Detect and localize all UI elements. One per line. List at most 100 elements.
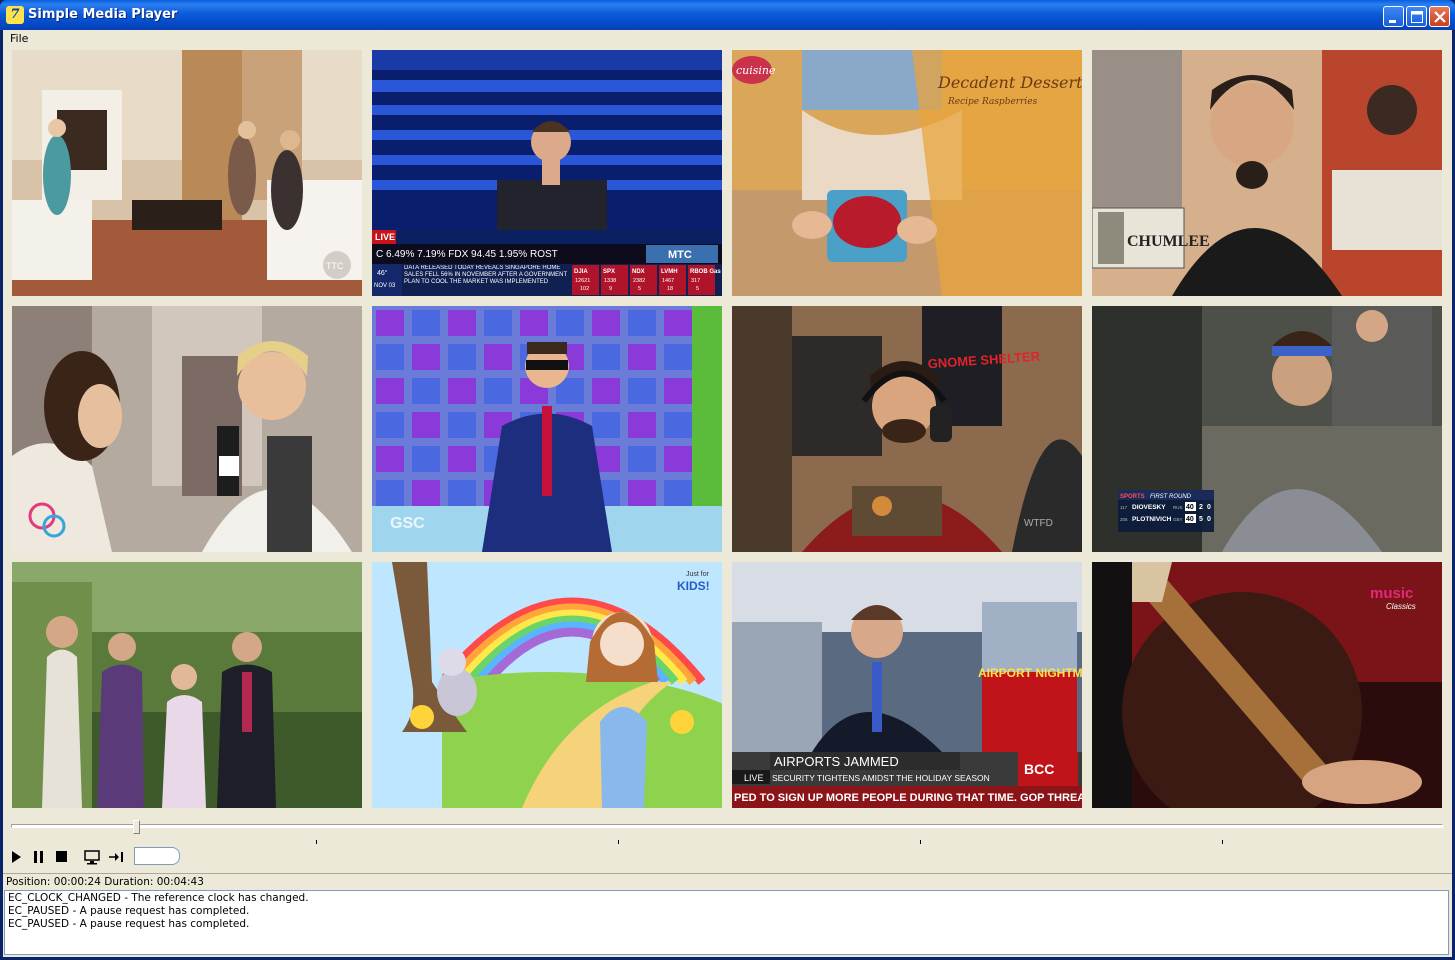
player-points: 40 (1186, 504, 1194, 511)
event-log[interactable]: EC_CLOCK_CHANGED - The reference clock h… (4, 890, 1449, 955)
seek-tick (316, 840, 317, 844)
player-name: DIOVESKY (1132, 504, 1166, 511)
set-tile (448, 412, 476, 438)
video-game-show[interactable]: GSC (372, 306, 722, 552)
set-tile (592, 310, 620, 336)
set-tile (448, 344, 476, 370)
story-headline: AIRPORTS JAMMED (774, 754, 899, 769)
channel-logo: KIDS! (677, 579, 710, 593)
menu-file[interactable]: File (7, 32, 31, 45)
set-tile (376, 310, 404, 336)
main-window: 7 Simple Media Player File TTC LIVE C 6.… (0, 0, 1455, 960)
video-frame: music Classics (1092, 562, 1442, 808)
set-tile (664, 446, 692, 472)
set-tile (412, 412, 440, 438)
fullscreen-button[interactable] (82, 847, 102, 867)
stock-symbol: NDX (632, 269, 645, 275)
set-tile (448, 378, 476, 404)
live-badge: LIVE (375, 232, 395, 242)
stock-value: 317 (691, 278, 700, 284)
video-cooking[interactable]: cuisine Decadent Dessert Recipe Raspberr… (732, 50, 1082, 296)
video-tennis[interactable]: SPORTS FIRST ROUND 117 DIOVESKY RUS 40 2 0 205… (1092, 306, 1442, 552)
volume-slider[interactable] (134, 847, 180, 865)
log-line: EC_CLOCK_CHANGED - The reference clock h… (8, 892, 309, 904)
video-cartoon[interactable]: Just for KIDS! (372, 562, 722, 808)
story-graphic: AIRPORT NIGHTMARE (978, 666, 1082, 680)
stop-button[interactable] (52, 847, 72, 867)
log-line: EC_PAUSED - A pause request has complete… (8, 918, 250, 930)
title-bar[interactable]: 7 Simple Media Player (0, 0, 1455, 30)
maximize-button[interactable] (1406, 6, 1427, 27)
close-button[interactable] (1429, 6, 1450, 27)
stock-ticker: C 6.49% 7.19% FDX 94.45 1.95% ROST (376, 249, 558, 260)
pause-icon (34, 851, 43, 863)
set-tile (448, 310, 476, 336)
video-news-anchor[interactable]: LIVE C 6.49% 7.19% FDX 94.45 1.95% ROST … (372, 50, 722, 296)
channel-logo-top: Just for (686, 571, 710, 578)
set-tile (628, 412, 656, 438)
stock-change: 5 (696, 286, 699, 292)
set-tile (376, 344, 404, 370)
set-tile (664, 378, 692, 404)
set-tile (484, 378, 512, 404)
log-line: EC_PAUSED - A pause request has complete… (8, 905, 250, 917)
play-button[interactable] (6, 847, 26, 867)
fullscreen-icon (84, 850, 100, 865)
channel-logo: TTC (326, 261, 344, 271)
set-tile (412, 446, 440, 472)
seek-track[interactable] (11, 824, 1443, 828)
set-tile (664, 412, 692, 438)
channel-logo: music (1370, 585, 1413, 602)
channel-logo: BCC (1024, 761, 1054, 777)
video-living-room[interactable]: TTC (12, 50, 362, 296)
set-tile (628, 446, 656, 472)
set-tile (628, 310, 656, 336)
set-tile (412, 378, 440, 404)
minimize-button[interactable] (1383, 6, 1404, 27)
video-frame (12, 306, 362, 552)
set-tile (484, 310, 512, 336)
video-frame: cuisine Decadent Dessert Recipe Raspberr… (732, 50, 1082, 296)
video-frame: AIRPORT NIGHTMARE AIRPORTS JAMMED LIVE S… (732, 562, 1082, 808)
status-position-duration: Position: 00:00:24 Duration: 00:04:43 (6, 876, 204, 888)
stock-symbol: RBOB Gas (690, 269, 721, 275)
pause-button[interactable] (29, 847, 49, 867)
news-headline: DATA RELEASED TODAY REVEALS SINGAPORE HO… (404, 265, 568, 285)
stock-boxes: DJIA 12621 102 SPX 1338 9 NDX 2382 5 LVMH 1467 18 RB… (572, 265, 721, 295)
seek-thumb[interactable] (133, 820, 140, 834)
weather-date: NOV 03 (374, 283, 396, 289)
video-bcc-news[interactable]: AIRPORT NIGHTMARE AIRPORTS JAMMED LIVE S… (732, 562, 1082, 808)
video-garden-group[interactable] (12, 562, 362, 808)
stock-value: 2382 (633, 278, 645, 284)
set-tile (628, 480, 656, 506)
player-seed: 117 (1120, 505, 1128, 510)
stock-change: 5 (638, 286, 641, 292)
video-frame: CHUMLEE (1092, 50, 1442, 296)
stock-change: 102 (580, 286, 589, 292)
player-seed: 205 (1120, 517, 1128, 522)
app-icon[interactable]: 7 (6, 6, 24, 24)
player-country: GBY (1173, 517, 1183, 522)
video-pawn-shop[interactable]: CHUMLEE (1092, 50, 1442, 296)
seek-tick (920, 840, 921, 844)
weather-temp: 46° (377, 269, 388, 277)
set-tile (628, 378, 656, 404)
set-tile (376, 446, 404, 472)
set-tile (592, 378, 620, 404)
player-set2: 0 (1207, 516, 1211, 523)
seek-slider[interactable] (11, 820, 1443, 844)
stock-symbol: SPX (603, 269, 615, 275)
video-interview[interactable] (12, 306, 362, 552)
video-podcast-studio[interactable]: GNOME SHELTER WTFD (732, 306, 1082, 552)
step-button[interactable] (106, 847, 126, 867)
step-icon (109, 852, 123, 862)
live-badge: LIVE (744, 773, 764, 783)
transport-bar (3, 845, 1452, 869)
story-subhead: SECURITY TIGHTENS AMIDST THE HOLIDAY SEA… (772, 773, 990, 783)
seek-tick (618, 840, 619, 844)
set-tile (520, 310, 548, 336)
set-tile (376, 412, 404, 438)
set-tile (412, 480, 440, 506)
video-music-guitar[interactable]: music Classics (1092, 562, 1442, 808)
video-frame: TTC (12, 50, 362, 296)
